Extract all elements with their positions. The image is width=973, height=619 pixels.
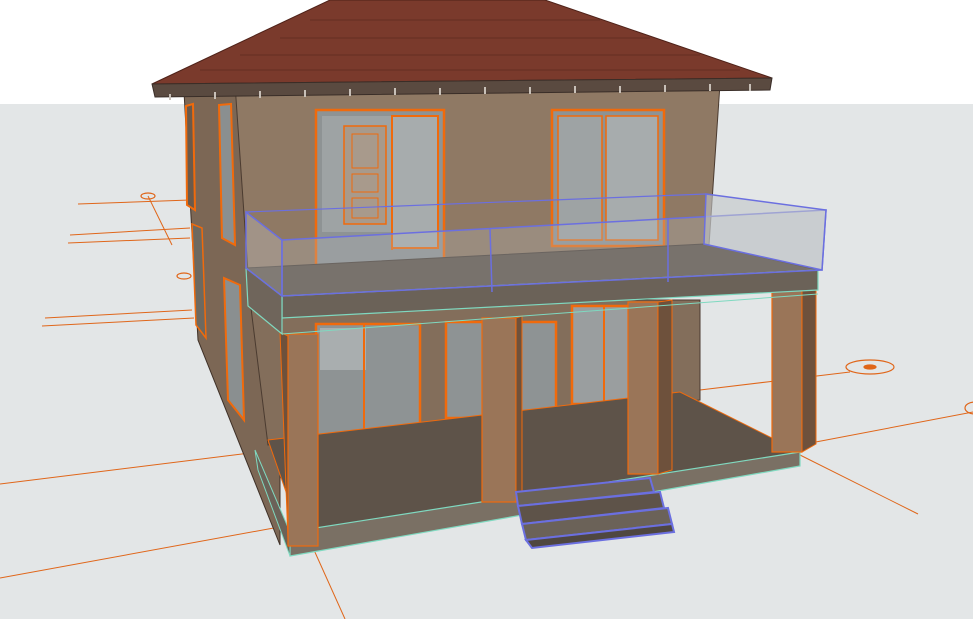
porch-column-4-side	[801, 285, 817, 453]
porch-column-3-front	[627, 301, 659, 475]
porch-column-4	[771, 285, 817, 453]
ground-window-left	[314, 322, 422, 440]
porch-column-4-front	[771, 287, 803, 453]
left-lower-window-2	[222, 276, 246, 423]
ground-window-left-interior	[320, 328, 366, 370]
left-upper-window-1	[184, 102, 197, 212]
porch-column-1-front	[287, 333, 319, 547]
upper-window-left-sash	[391, 115, 439, 249]
porch-column-3-side	[657, 299, 673, 475]
upper-window-right-left-sash	[557, 115, 603, 241]
left-upper-window-2	[217, 102, 237, 247]
porch-column-2-front	[481, 317, 517, 503]
porch-column-2-side	[515, 315, 523, 503]
3d-model-viewport[interactable]	[0, 0, 973, 619]
3d-scene[interactable]	[0, 0, 973, 619]
interior-door	[343, 125, 387, 225]
porch-column-2	[481, 315, 523, 503]
porch-column-3	[627, 299, 673, 475]
